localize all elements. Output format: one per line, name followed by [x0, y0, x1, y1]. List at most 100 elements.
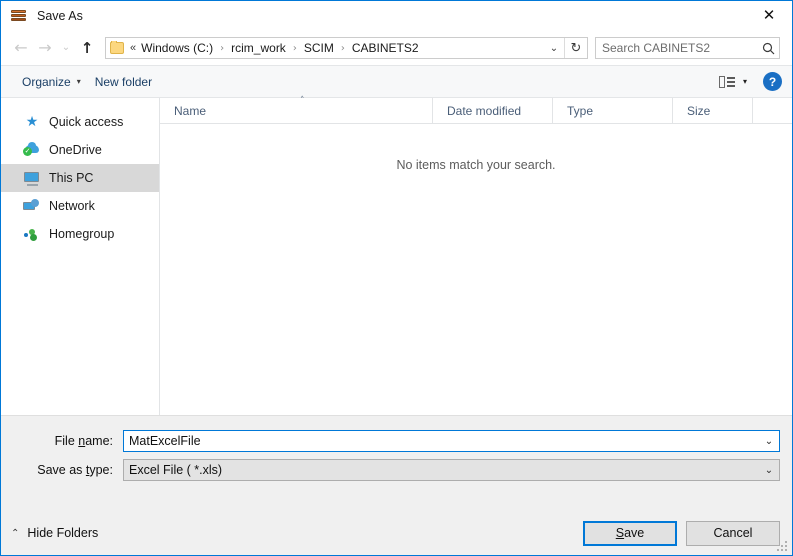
- network-icon: [23, 198, 41, 214]
- column-header-label: Size: [687, 104, 710, 118]
- file-name-label-pre: File: [55, 434, 79, 448]
- save-button-label: ave: [624, 526, 644, 540]
- breadcrumb-separator-icon[interactable]: ›: [293, 43, 297, 54]
- homegroup-icon: [23, 226, 41, 242]
- sidebar-item-label: Homegroup: [49, 227, 114, 241]
- forward-button[interactable]: →: [33, 36, 57, 60]
- chevron-down-icon: ▾: [77, 77, 81, 86]
- search-box[interactable]: [595, 37, 780, 59]
- save-as-type-combobox[interactable]: Excel File ( *.xls) ⌄: [123, 459, 780, 481]
- refresh-button[interactable]: ↻: [564, 38, 587, 58]
- empty-state-text: No items match your search.: [396, 158, 555, 415]
- column-header-row: Name ˄ Date modified Type Size: [160, 98, 792, 124]
- file-name-combobox[interactable]: ⌄: [123, 430, 780, 452]
- sidebar-item-this-pc[interactable]: This PC: [1, 164, 159, 192]
- cancel-button-label: Cancel: [714, 526, 753, 540]
- back-icon: ←: [14, 40, 27, 56]
- breadcrumb-item-0[interactable]: Windows (C:): [141, 41, 213, 55]
- refresh-icon: ↻: [571, 41, 582, 56]
- chevron-down-icon[interactable]: ⌄: [759, 465, 779, 476]
- folder-icon: [110, 42, 124, 54]
- help-button[interactable]: ?: [763, 72, 782, 91]
- organize-button[interactable]: Organize ▾: [15, 72, 88, 92]
- file-name-label-post: ame:: [85, 434, 113, 448]
- list-view-icon: [719, 75, 735, 89]
- search-icon[interactable]: [757, 42, 779, 55]
- address-bar[interactable]: « Windows (C:) › rcim_work › SCIM › CABI…: [105, 37, 588, 59]
- save-as-type-label: Save as type:: [13, 463, 123, 477]
- hide-folders-button[interactable]: ⌃ Hide Folders: [11, 526, 98, 540]
- forward-icon: →: [38, 40, 51, 56]
- content-area: ★ Quick access ✓ OneDrive This PC: [1, 98, 792, 415]
- new-folder-label: New folder: [95, 75, 152, 89]
- breadcrumb-separator-icon[interactable]: ›: [341, 43, 345, 54]
- chevron-up-icon: ⌃: [11, 528, 19, 539]
- save-as-type-label-pre: Save as: [37, 463, 86, 477]
- back-button[interactable]: ←: [9, 36, 33, 60]
- new-folder-button[interactable]: New folder: [88, 72, 159, 92]
- chevron-down-icon: ▾: [743, 77, 747, 86]
- save-as-type-value: Excel File ( *.xls): [124, 463, 759, 477]
- column-header-label: Type: [567, 104, 593, 118]
- sidebar-item-network[interactable]: Network: [1, 192, 159, 220]
- sidebar-item-onedrive[interactable]: ✓ OneDrive: [1, 136, 159, 164]
- breadcrumb-item-2[interactable]: SCIM: [304, 41, 334, 55]
- stacked-layers-icon: [10, 7, 28, 25]
- address-dropdown-button[interactable]: ⌄: [544, 43, 564, 54]
- breadcrumb-item-3[interactable]: CABINETS2: [352, 41, 419, 55]
- column-header-type[interactable]: Type: [553, 98, 673, 123]
- hide-folders-label: Hide Folders: [27, 526, 98, 540]
- sidebar-item-label: Quick access: [49, 115, 123, 129]
- column-header-name[interactable]: Name ˄: [160, 98, 433, 123]
- monitor-icon: [23, 170, 41, 186]
- breadcrumb[interactable]: « Windows (C:) › rcim_work › SCIM › CABI…: [106, 41, 544, 55]
- chevron-down-icon: ⌄: [62, 43, 70, 53]
- chevron-down-icon: ⌄: [550, 43, 558, 54]
- search-input[interactable]: [596, 40, 757, 56]
- column-header-date-modified[interactable]: Date modified: [433, 98, 553, 123]
- save-as-type-row: Save as type: Excel File ( *.xls) ⌄: [13, 459, 780, 481]
- column-header-size[interactable]: Size: [673, 98, 753, 123]
- navigation-bar: ← → ⌄ ↑ « Windows (C:) › rcim_work › SCI…: [1, 31, 792, 65]
- sidebar-item-label: This PC: [49, 171, 93, 185]
- sort-ascending-icon: ˄: [300, 96, 305, 106]
- chevron-down-icon[interactable]: ⌄: [759, 436, 779, 447]
- up-one-level-button[interactable]: ↑: [75, 36, 99, 60]
- title-bar: Save As ✕: [1, 1, 792, 31]
- star-icon: ★: [23, 114, 41, 130]
- sidebar-item-label: Network: [49, 199, 95, 213]
- breadcrumb-separator-icon[interactable]: ›: [220, 43, 224, 54]
- file-name-input[interactable]: [124, 433, 759, 449]
- recent-locations-button[interactable]: ⌄: [57, 36, 75, 60]
- window-title: Save As: [37, 9, 83, 23]
- command-bar: Organize ▾ New folder ▾ ?: [1, 65, 792, 98]
- resize-grip[interactable]: [777, 541, 789, 553]
- column-header-spacer: [753, 98, 792, 123]
- close-button[interactable]: ✕: [746, 1, 792, 30]
- breadcrumb-overflow-icon[interactable]: «: [130, 42, 136, 54]
- save-as-dialog: Save As ✕ ← → ⌄ ↑ « Windows (C:) › rcim_…: [0, 0, 793, 556]
- dialog-footer: ⌃ Hide Folders Save Cancel: [1, 511, 792, 555]
- navigation-sidebar: ★ Quick access ✓ OneDrive This PC: [1, 98, 160, 415]
- file-list-pane: Name ˄ Date modified Type Size No items …: [160, 98, 792, 415]
- organize-label: Organize: [22, 75, 71, 89]
- empty-state-message: No items match your search.: [160, 124, 792, 415]
- file-name-label: File name:: [13, 434, 123, 448]
- view-options-button[interactable]: ▾: [715, 73, 751, 91]
- help-icon: ?: [769, 75, 776, 89]
- cloud-icon: ✓: [23, 142, 41, 158]
- column-header-label: Date modified: [447, 104, 521, 118]
- cancel-button[interactable]: Cancel: [686, 521, 780, 546]
- close-icon: ✕: [763, 8, 776, 23]
- breadcrumb-item-1[interactable]: rcim_work: [231, 41, 286, 55]
- sidebar-item-quick-access[interactable]: ★ Quick access: [1, 108, 159, 136]
- column-header-label: Name: [174, 104, 206, 118]
- file-name-row: File name: ⌄: [13, 430, 780, 452]
- save-button[interactable]: Save: [583, 521, 677, 546]
- sidebar-item-homegroup[interactable]: Homegroup: [1, 220, 159, 248]
- save-button-mnemonic: S: [616, 526, 624, 540]
- arrow-up-icon: ↑: [81, 41, 94, 56]
- save-form: File name: ⌄ Save as type: Excel File ( …: [1, 415, 792, 511]
- sidebar-item-label: OneDrive: [49, 143, 102, 157]
- save-as-type-label-post: ype:: [89, 463, 113, 477]
